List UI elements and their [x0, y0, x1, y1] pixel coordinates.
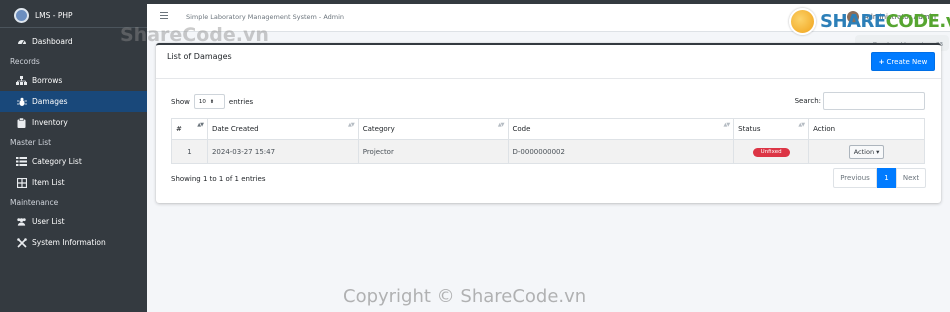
brand-logo-icon	[14, 8, 29, 23]
cell-action: Action ▾	[808, 139, 925, 164]
card-title: List of Damages	[167, 52, 232, 61]
sort-caret-icon: ⬍	[209, 98, 215, 105]
app-title: Simple Laboratory Management System - Ad…	[186, 13, 345, 21]
pagination: Previous 1 Next	[833, 168, 926, 188]
sidebar-item-label: Dashboard	[32, 37, 73, 46]
caret-down-icon: ▾	[876, 147, 880, 156]
sort-icon: ▲▼	[723, 122, 730, 128]
column-header-date-created[interactable]: Date Created ▲▼	[206, 118, 359, 140]
nav-header-records: Records	[10, 56, 40, 66]
entries-select[interactable]: 10 ⬍	[193, 94, 225, 109]
users-icon	[16, 216, 27, 227]
cell-date-created: 2024-03-27 15:47	[206, 139, 359, 164]
pagination-next[interactable]: Next	[896, 168, 926, 188]
sidebar-item-label: Borrows	[32, 76, 63, 85]
sidebar-item-category-list[interactable]: Category List	[0, 151, 147, 172]
sort-icon: ▲▼	[798, 122, 805, 128]
cell-status: Unfixed	[733, 139, 810, 164]
logo-text-share: SHARE	[820, 11, 886, 32]
watermark-copyright: Copyright © ShareCode.vn	[343, 286, 587, 307]
sidebar-item-item-list[interactable]: Item List	[0, 172, 147, 193]
card-header: List of Damages + Create New	[156, 45, 941, 79]
logo-text-code: CODE.vn	[885, 11, 950, 32]
column-header-number[interactable]: # ▲▼	[171, 118, 208, 140]
sidebar-item-label: Inventory	[32, 118, 68, 127]
cell-category: Projector	[357, 139, 509, 164]
sidebar-item-label: Damages	[32, 97, 68, 106]
create-new-button[interactable]: + Create New	[871, 52, 935, 71]
search-control: Search:	[795, 92, 925, 110]
cell-number: 1	[171, 139, 208, 164]
search-input[interactable]	[823, 92, 925, 110]
create-new-label: Create New	[886, 57, 928, 66]
sidebar-item-inventory[interactable]: Inventory	[0, 112, 147, 133]
menu-toggle-icon[interactable]	[160, 12, 168, 20]
action-dropdown-button[interactable]: Action ▾	[848, 144, 885, 159]
table-row: 1 2024-03-27 15:47 Projector D-000000000…	[171, 139, 925, 164]
brand-name: LMS - PHP	[35, 11, 73, 20]
sidebar-item-label: System Information	[32, 238, 106, 247]
sidebar-item-label: Category List	[32, 157, 82, 166]
entries-select-value: 10	[198, 98, 206, 105]
grid-icon	[16, 177, 27, 188]
table-info: Showing 1 to 1 of 1 entries	[171, 175, 266, 183]
sidebar-item-user-list[interactable]: User List	[0, 211, 147, 232]
clipboard-icon	[16, 117, 27, 128]
column-header-status[interactable]: Status ▲▼	[733, 118, 810, 140]
entries-label: entries	[228, 97, 254, 106]
sidebar: LMS - PHP Dashboard Records Borrows Dama…	[0, 4, 147, 312]
tools-icon	[16, 237, 27, 248]
status-badge: Unfixed	[752, 147, 790, 157]
table-header-row: # ▲▼ Date Created ▲▼ Category ▲▼ Code ▲▼ Sta…	[171, 118, 925, 140]
column-header-category[interactable]: Category ▲▼	[357, 118, 509, 140]
nav-header-master-list: Master List	[10, 137, 52, 147]
plus-icon: +	[878, 57, 885, 66]
damages-card: List of Damages + Create New Show 10 ⬍ e…	[156, 43, 941, 203]
pagination-previous[interactable]: Previous	[833, 168, 877, 188]
sort-icon: ▲▼	[348, 122, 355, 128]
sidebar-item-label: User List	[32, 217, 65, 226]
list-icon	[16, 156, 27, 167]
pagination-page-1[interactable]: 1	[877, 168, 896, 188]
dashboard-icon	[16, 36, 27, 47]
bug-icon	[16, 96, 27, 107]
watermark-corner: ShareCode.vn	[120, 24, 269, 46]
search-label: Search:	[794, 97, 821, 105]
sharecode-logo: SHARECODE.vn	[789, 8, 950, 35]
sidebar-item-borrows[interactable]: Borrows	[0, 70, 147, 91]
sidebar-item-system-information[interactable]: System Information	[0, 232, 147, 253]
entries-length-control: Show 10 ⬍ entries	[171, 94, 253, 109]
sort-icon: ▲▼	[197, 122, 204, 128]
cell-code: D-0000000002	[507, 139, 735, 164]
sidebar-item-damages[interactable]: Damages	[0, 91, 147, 112]
show-label: Show	[171, 97, 190, 106]
sidebar-item-label: Item List	[32, 178, 65, 187]
sitemap-icon	[16, 75, 27, 86]
sidebar-nav: Dashboard Records Borrows Damages Invent…	[0, 28, 147, 253]
nav-header-maintenance: Maintenance	[10, 197, 59, 207]
sharecode-logo-icon	[789, 8, 816, 35]
column-header-code[interactable]: Code ▲▼	[507, 118, 735, 140]
damages-table: # ▲▼ Date Created ▲▼ Category ▲▼ Code ▲▼ Sta…	[171, 118, 925, 164]
column-header-action: Action	[808, 118, 925, 140]
sort-icon: ▲▼	[497, 122, 505, 128]
